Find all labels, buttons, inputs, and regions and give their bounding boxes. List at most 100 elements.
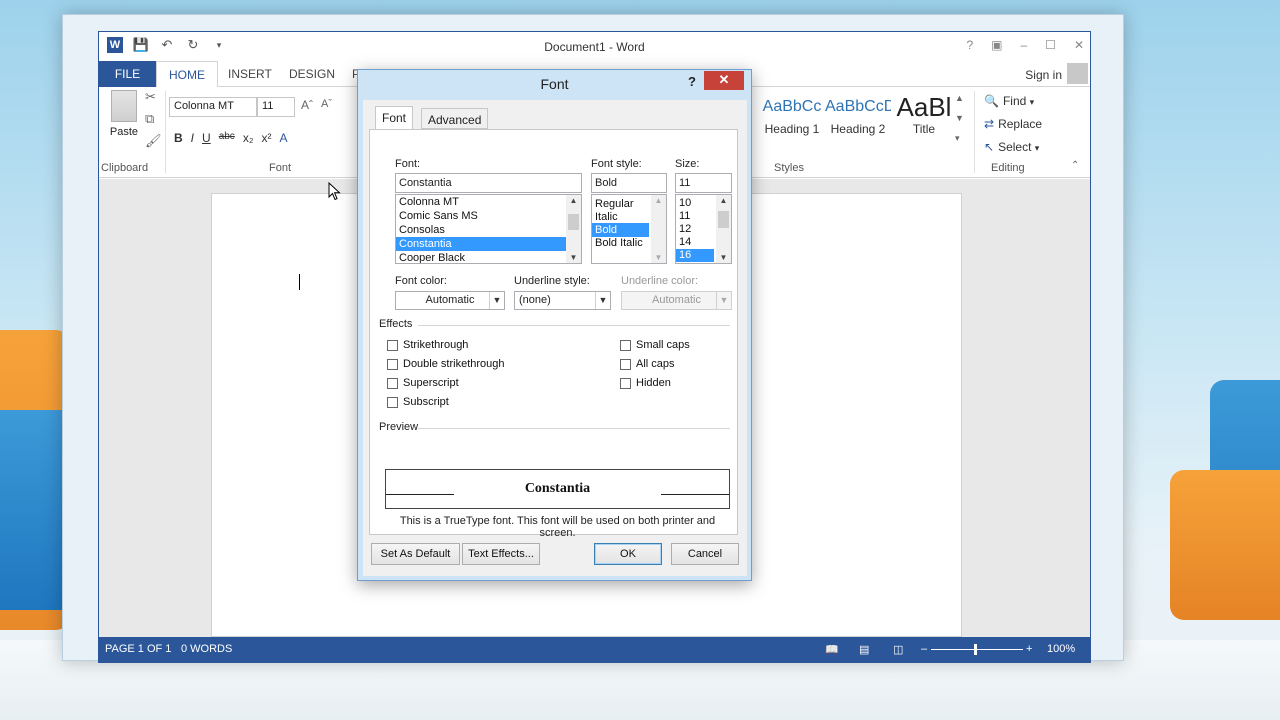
small-caps-checkbox[interactable]: Small caps [620,339,690,351]
style-title[interactable]: AaBl Title [891,92,957,136]
minimize-icon[interactable]: – [1020,38,1027,52]
styles-scroll-up-icon[interactable]: ▲ [955,93,964,103]
word-count[interactable]: 0 WORDS [181,643,232,655]
copy-icon[interactable]: ⧉ [145,111,154,127]
zoom-out-icon[interactable]: – [921,643,927,655]
styles-more-icon[interactable]: ▾ [955,133,960,144]
help-icon[interactable]: ? [688,74,696,89]
read-mode-icon[interactable]: 📖 [825,643,839,656]
font-name-list[interactable]: Colonna MT Comic Sans MS Consolas Consta… [395,194,582,264]
list-item[interactable]: Consolas [396,223,581,237]
help-icon[interactable]: ? [966,38,973,52]
zoom-level[interactable]: 100% [1047,643,1075,655]
chevron-down-icon: ▾ [1034,143,1040,153]
set-as-default-button[interactable]: Set As Default [371,543,460,565]
scrollbar[interactable]: ▲ ▼ [716,195,731,263]
select-button[interactable]: ↖ Select ▾ [984,140,1039,154]
font-style-list[interactable]: Regular Italic Bold Bold Italic ▲ ▼ [591,194,667,264]
underline-color-label: Underline color: [621,275,699,287]
zoom-slider-thumb[interactable] [974,644,977,655]
format-painter-icon[interactable]: 🖌 [145,133,162,149]
avatar[interactable] [1067,63,1088,84]
font-color-select[interactable]: Automatic ▼ [395,291,505,310]
ok-button[interactable]: OK [594,543,662,565]
list-item-selected[interactable]: 16 [676,249,714,262]
text-effects-button[interactable]: Text Effects... [462,543,540,565]
list-item-selected[interactable]: Constantia [396,237,566,251]
strikethrough-icon[interactable]: abc [219,131,235,145]
list-item[interactable]: Comic Sans MS [396,209,581,223]
text-effects-icon[interactable]: A [279,131,287,145]
format-buttons: B I U abc x₂ x² A [174,131,288,145]
print-layout-icon[interactable]: ▤ [859,643,869,656]
checkbox-label: All caps [636,358,675,370]
tab-home[interactable]: HOME [156,61,218,88]
font-size-list[interactable]: 10 11 12 14 16 ▲ ▼ [675,194,732,264]
replace-icon: ⇄ [984,117,995,131]
collapse-ribbon-icon[interactable]: ⌃ [1071,160,1079,171]
group-divider [974,91,975,173]
close-icon[interactable]: ✕ [1074,38,1084,52]
list-item[interactable]: Colonna MT [396,195,581,209]
all-caps-checkbox[interactable]: All caps [620,358,675,370]
list-item[interactable]: Cooper Black [396,251,581,263]
zoom-slider[interactable] [931,649,1023,650]
maximize-icon[interactable]: ☐ [1045,38,1056,52]
replace-button[interactable]: ⇄ Replace [984,117,1042,131]
cut-icon[interactable]: ✂ [145,89,156,105]
hidden-checkbox[interactable]: Hidden [620,377,671,389]
subscript-checkbox[interactable]: Subscript [387,396,449,408]
scroll-up-icon[interactable]: ▲ [566,196,581,205]
close-icon[interactable]: ✕ [704,71,744,90]
superscript-checkbox[interactable]: Superscript [387,377,459,389]
styles-scroll-down-icon[interactable]: ▼ [955,113,964,123]
checkbox-label: Hidden [636,377,671,389]
cancel-button[interactable]: Cancel [671,543,739,565]
scroll-up-icon[interactable]: ▲ [716,196,731,205]
underline-color-select[interactable]: Automatic ▼ [621,291,732,310]
scroll-down-icon[interactable]: ▼ [716,253,731,262]
effects-heading: Effects [379,318,413,330]
scroll-up-icon[interactable]: ▲ [651,196,666,205]
page-count[interactable]: PAGE 1 OF 1 [105,643,171,655]
bold-icon[interactable]: B [174,131,183,145]
checkbox-box [620,377,631,389]
superscript-icon[interactable]: x² [261,131,271,145]
shrink-font-icon[interactable]: Aˇ [321,98,332,110]
tab-font[interactable]: Font [375,106,414,130]
italic-icon[interactable]: I [191,131,194,145]
underline-style-select[interactable]: (none) ▼ [514,291,611,310]
list-item-selected[interactable]: Bold [592,223,649,237]
title-bar: W 💾 ↶ ↻ ▾ Document1 - Word ? ▣ – ☐ ✕ [99,32,1090,61]
scroll-down-icon[interactable]: ▼ [651,253,666,262]
grow-font-icon[interactable]: Aˆ [301,98,313,112]
strikethrough-checkbox[interactable]: Strikethrough [387,339,468,351]
zoom-in-icon[interactable]: + [1026,643,1032,655]
scroll-thumb[interactable] [718,211,729,228]
sign-in-link[interactable]: Sign in [1025,68,1062,82]
subscript-icon[interactable]: x₂ [243,131,254,145]
font-name-input[interactable]: Constantia [395,173,582,193]
style-heading-1[interactable]: AaBbCc Heading 1 [759,92,825,136]
scrollbar[interactable]: ▲ ▼ [651,195,666,263]
find-button[interactable]: 🔍 Find ▾ [984,94,1034,108]
style-heading-2[interactable]: AaBbCcD Heading 2 [825,92,891,136]
web-layout-icon[interactable]: ◫ [893,643,903,656]
scroll-thumb[interactable] [568,214,579,230]
checkbox-box [387,339,398,351]
double-strikethrough-checkbox[interactable]: Double strikethrough [387,358,505,370]
font-style-input[interactable]: Bold [591,173,667,193]
scrollbar[interactable]: ▲ ▼ [566,195,581,263]
paste-icon [111,90,137,122]
tab-insert[interactable]: INSERT [216,61,284,87]
ribbon-display-icon[interactable]: ▣ [991,38,1002,52]
scroll-down-icon[interactable]: ▼ [566,253,581,262]
paste-button[interactable]: Paste [109,90,139,138]
tab-file[interactable]: FILE [99,61,156,87]
font-name-box[interactable]: Colonna MT [169,97,257,117]
tab-advanced[interactable]: Advanced [421,108,489,129]
underline-icon[interactable]: U [202,131,211,145]
font-size-input[interactable]: 11 [675,173,732,193]
font-size-box[interactable]: 11 [257,97,295,117]
tab-design[interactable]: DESIGN [277,61,347,87]
